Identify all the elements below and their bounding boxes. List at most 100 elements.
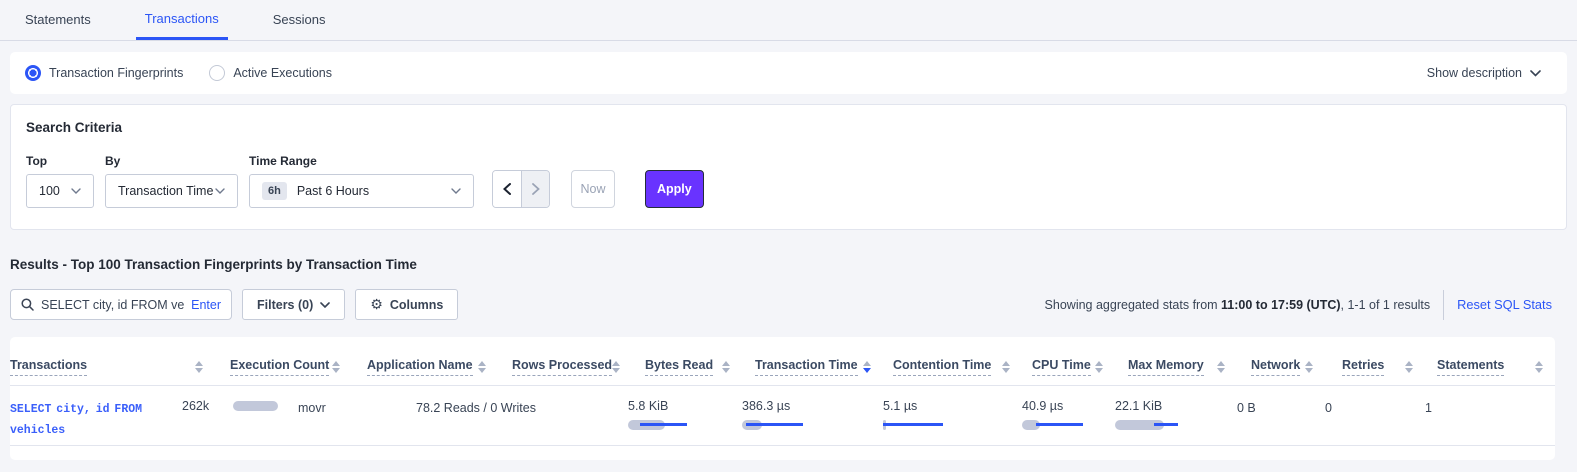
column-header-max-memory[interactable]: Max Memory	[1115, 349, 1237, 385]
table-header-row: Transactions Execution Count Application…	[10, 349, 1555, 385]
column-header-bytes-read[interactable]: Bytes Read	[628, 349, 742, 385]
column-header-retries[interactable]: Retries	[1325, 349, 1425, 385]
table-row: SELECT city, id FROM vehicles 262k movr …	[10, 385, 1555, 445]
contention-time-cell: 5.1 µs	[883, 399, 1022, 430]
sort-icon	[1405, 361, 1413, 373]
top-select[interactable]: 100	[26, 174, 94, 208]
sort-icon	[1095, 361, 1103, 373]
chevron-down-icon	[71, 188, 81, 194]
top-label: Top	[26, 154, 94, 168]
transaction-time-mean-line	[746, 423, 803, 426]
bytes-read-cell: 5.8 KiB	[628, 399, 742, 430]
tab-transactions[interactable]: Transactions	[136, 0, 228, 40]
search-criteria-controls: Top 100 By Transaction Time Time Range 6…	[26, 154, 1551, 208]
time-range-select[interactable]: 6h Past 6 Hours	[249, 174, 474, 208]
cpu-time-cell: 40.9 µs	[1022, 399, 1115, 430]
radio-unselected-icon	[209, 65, 225, 81]
show-description-toggle[interactable]: Show description	[1427, 66, 1541, 80]
by-select[interactable]: Transaction Time	[105, 174, 238, 208]
rows-processed-cell: 78.2 Reads / 0 Writes	[416, 399, 546, 415]
top-field: Top 100	[26, 154, 94, 208]
retries-cell: 0	[1325, 399, 1425, 415]
aggregated-stats-text: Showing aggregated stats from 11:00 to 1…	[1045, 298, 1431, 312]
column-header-execution-count[interactable]: Execution Count	[215, 349, 352, 385]
column-header-network[interactable]: Network	[1237, 349, 1325, 385]
column-header-cpu-time[interactable]: CPU Time	[1022, 349, 1115, 385]
time-prev-button[interactable]	[493, 171, 521, 207]
radio-transaction-fingerprints[interactable]: Transaction Fingerprints	[25, 65, 183, 81]
sort-desc-icon	[863, 361, 871, 373]
reset-sql-stats-link[interactable]: Reset SQL Stats	[1457, 297, 1552, 312]
radio-label: Transaction Fingerprints	[49, 66, 183, 80]
chevron-down-icon	[215, 188, 225, 194]
column-header-transactions[interactable]: Transactions	[10, 349, 215, 385]
transactions-table: Transactions Execution Count Application…	[10, 349, 1555, 446]
sort-icon	[332, 361, 340, 373]
time-range-field: Time Range 6h Past 6 Hours	[249, 154, 474, 208]
bytes-read-mean-line	[640, 423, 687, 426]
chevron-down-icon	[320, 302, 330, 308]
max-memory-cell: 22.1 KiB	[1115, 399, 1237, 430]
now-button[interactable]: Now	[571, 170, 615, 208]
apply-button[interactable]: Apply	[645, 170, 704, 208]
cpu-time-mean-line	[1036, 423, 1083, 426]
chevron-down-icon	[1530, 70, 1541, 77]
columns-label: Columns	[390, 298, 443, 312]
sort-icon	[195, 361, 203, 373]
chevron-right-icon	[532, 183, 540, 195]
sort-icon	[1535, 361, 1543, 373]
filters-button[interactable]: Filters (0)	[242, 289, 345, 320]
time-nav-group	[492, 170, 550, 208]
sort-icon	[1305, 361, 1313, 373]
tab-statements[interactable]: Statements	[16, 0, 100, 40]
tab-sessions[interactable]: Sessions	[264, 0, 335, 40]
column-header-transaction-time[interactable]: Transaction Time	[742, 349, 883, 385]
radio-label: Active Executions	[233, 66, 332, 80]
sort-icon	[1002, 361, 1010, 373]
view-toggle-bar: Transaction Fingerprints Active Executio…	[10, 52, 1567, 94]
sort-icon	[612, 361, 620, 373]
show-description-label: Show description	[1427, 66, 1522, 80]
network-cell: 0 B	[1237, 399, 1325, 415]
transaction-time-cell: 386.3 µs	[742, 399, 883, 430]
radio-active-executions[interactable]: Active Executions	[209, 65, 332, 81]
chevron-down-icon	[451, 188, 461, 194]
statements-cell: 1	[1425, 399, 1555, 415]
cpu-time-value: 40.9 µs	[1022, 399, 1063, 413]
search-input[interactable]: SELECT city, id FROM vehicles W Enter	[10, 289, 232, 320]
results-controls-row: SELECT city, id FROM vehicles W Enter Fi…	[10, 289, 1552, 320]
search-icon	[21, 298, 34, 311]
time-range-label: Time Range	[249, 154, 474, 168]
sort-icon	[478, 361, 486, 373]
transaction-fingerprint-link[interactable]: SELECT city, id FROM vehicles	[10, 399, 170, 442]
gear-icon: ⚙	[370, 296, 383, 313]
column-header-rows-processed[interactable]: Rows Processed	[498, 349, 628, 385]
execution-count-value: 262k	[182, 399, 209, 413]
vertical-divider	[1443, 290, 1444, 320]
radio-selected-icon	[25, 65, 41, 81]
column-header-contention-time[interactable]: Contention Time	[883, 349, 1022, 385]
sort-icon	[722, 361, 730, 373]
search-input-value: SELECT city, id FROM vehicles W	[41, 298, 184, 312]
search-criteria-card: Search Criteria Top 100 By Transaction T…	[10, 104, 1567, 230]
time-range-value: Past 6 Hours	[297, 184, 369, 198]
by-field: By Transaction Time	[105, 154, 238, 208]
time-next-button[interactable]	[521, 171, 549, 207]
column-header-application-name[interactable]: Application Name	[352, 349, 498, 385]
bytes-read-value: 5.8 KiB	[628, 399, 668, 413]
execution-count-bar	[233, 401, 278, 411]
sort-icon	[1217, 361, 1225, 373]
chevron-left-icon	[503, 183, 511, 195]
column-header-statements[interactable]: Statements	[1425, 349, 1555, 385]
contention-time-value: 5.1 µs	[883, 399, 917, 413]
columns-button[interactable]: ⚙ Columns	[355, 289, 458, 320]
by-label: By	[105, 154, 238, 168]
search-criteria-title: Search Criteria	[26, 120, 1551, 135]
filters-label: Filters (0)	[257, 298, 313, 312]
search-enter-button[interactable]: Enter	[191, 298, 221, 312]
page-tabs: Statements Transactions Sessions	[0, 0, 1577, 41]
time-range-badge: 6h	[262, 182, 287, 200]
max-memory-mean-line	[1154, 423, 1178, 426]
contention-time-mean-line	[883, 423, 943, 426]
by-select-value: Transaction Time	[118, 184, 213, 198]
